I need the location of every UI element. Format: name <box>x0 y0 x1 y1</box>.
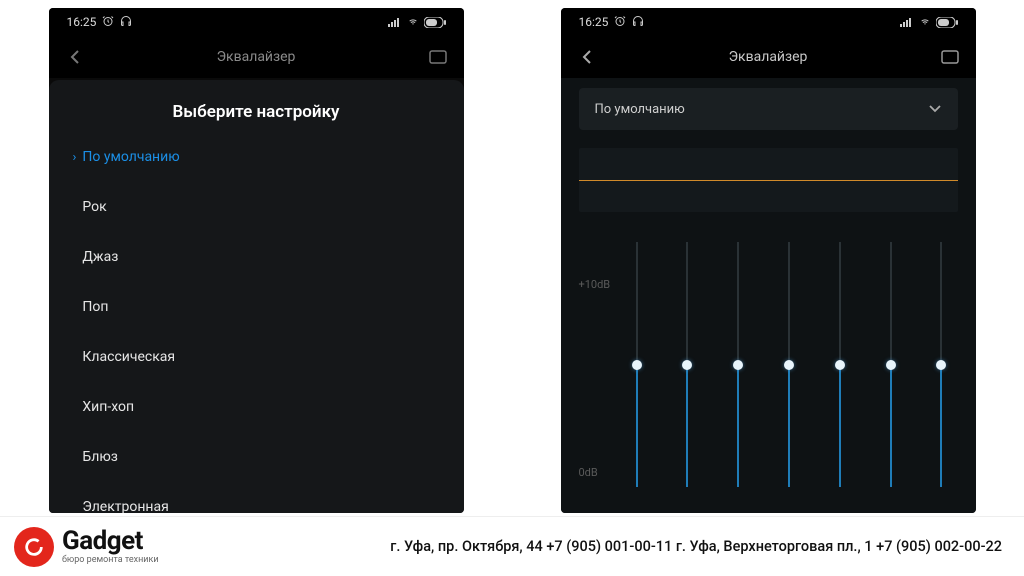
status-time: 16:25 <box>67 15 97 29</box>
sheet-title: Выберите настройку <box>49 88 464 132</box>
preset-label: Классическая <box>82 349 175 365</box>
status-time: 16:25 <box>579 15 609 29</box>
chevron-down-icon <box>928 102 942 117</box>
preset-item[interactable]: ›Классическая <box>49 332 464 382</box>
slider-thumb[interactable] <box>632 360 642 370</box>
brand-logo: Gadget бюро ремонта техники <box>14 527 159 567</box>
slider-thumb[interactable] <box>835 360 845 370</box>
brand-name: Gadget <box>62 528 159 554</box>
battery-icon <box>424 17 446 28</box>
app-bar: Эквалайзер <box>49 36 464 78</box>
back-icon[interactable] <box>65 49 85 65</box>
eq-band-slider[interactable] <box>677 242 697 487</box>
signal-icon <box>900 17 914 27</box>
slider-thumb[interactable] <box>784 360 794 370</box>
preset-label: Поп <box>82 299 108 315</box>
slider-thumb[interactable] <box>936 360 946 370</box>
brand-tagline: бюро ремонта техники <box>62 556 159 565</box>
wifi-icon <box>406 17 420 27</box>
battery-icon <box>936 17 958 28</box>
eq-band-slider[interactable] <box>830 242 850 487</box>
app-bar: Эквалайзер <box>561 36 976 78</box>
equalizer-body: По умолчанию +10dB 0dB <box>561 78 976 513</box>
eq-band-slider[interactable] <box>881 242 901 487</box>
preset-label: Хип-хоп <box>82 399 134 415</box>
slider-thumb[interactable] <box>682 360 692 370</box>
headphones-icon <box>632 15 644 30</box>
preset-item[interactable]: ›Блюз <box>49 432 464 482</box>
alarm-icon <box>614 15 626 30</box>
preset-item[interactable]: ›Электронная <box>49 482 464 513</box>
card-icon[interactable] <box>940 50 960 64</box>
back-icon[interactable] <box>577 49 597 65</box>
signal-icon <box>388 17 402 27</box>
headphones-icon <box>120 15 132 30</box>
eq-band-slider[interactable] <box>779 242 799 487</box>
slider-thumb[interactable] <box>886 360 896 370</box>
preset-item[interactable]: ›Джаз <box>49 232 464 282</box>
logo-mark <box>14 527 54 567</box>
axis-label-bottom: 0dB <box>579 466 598 479</box>
preset-label: Рок <box>82 199 106 215</box>
eq-sliders: +10dB 0dB <box>579 242 958 487</box>
status-bar: 16:25 <box>561 8 976 36</box>
preset-sheet: Выберите настройку › По умолчанию ›Рок›Джа… <box>49 80 464 513</box>
phone-right: 16:25 <box>561 8 976 513</box>
footer: Gadget бюро ремонта техники г. Уфа, пр. … <box>0 516 1024 576</box>
eq-band-slider[interactable] <box>931 242 951 487</box>
slider-thumb[interactable] <box>733 360 743 370</box>
status-bar: 16:25 <box>49 8 464 36</box>
axis-label-top: +10dB <box>579 278 611 291</box>
preset-item[interactable]: ›Поп <box>49 282 464 332</box>
phone-left: 16:25 <box>49 8 464 513</box>
eq-curve-preview <box>579 148 958 212</box>
preset-item[interactable]: ›Рок <box>49 182 464 232</box>
wifi-icon <box>918 17 932 27</box>
card-icon[interactable] <box>428 50 448 64</box>
preset-label: Блюз <box>82 449 117 465</box>
check-caret-icon: › <box>73 150 77 165</box>
footer-contacts: г. Уфа, пр. Октября, 44 +7 (905) 001-00-… <box>159 538 1010 555</box>
preset-label: По умолчанию <box>82 149 179 165</box>
appbar-title: Эквалайзер <box>597 49 940 65</box>
appbar-title: Эквалайзер <box>85 49 428 65</box>
preset-dropdown[interactable]: По умолчанию <box>579 88 958 130</box>
preset-dropdown-label: По умолчанию <box>595 102 685 117</box>
preset-item[interactable]: ›Хип-хоп <box>49 382 464 432</box>
preset-label: Электронная <box>82 499 168 513</box>
eq-band-slider[interactable] <box>728 242 748 487</box>
alarm-icon <box>102 15 114 30</box>
preset-label: Джаз <box>82 249 118 265</box>
eq-band-slider[interactable] <box>627 242 647 487</box>
preset-item[interactable]: › По умолчанию <box>49 132 464 182</box>
